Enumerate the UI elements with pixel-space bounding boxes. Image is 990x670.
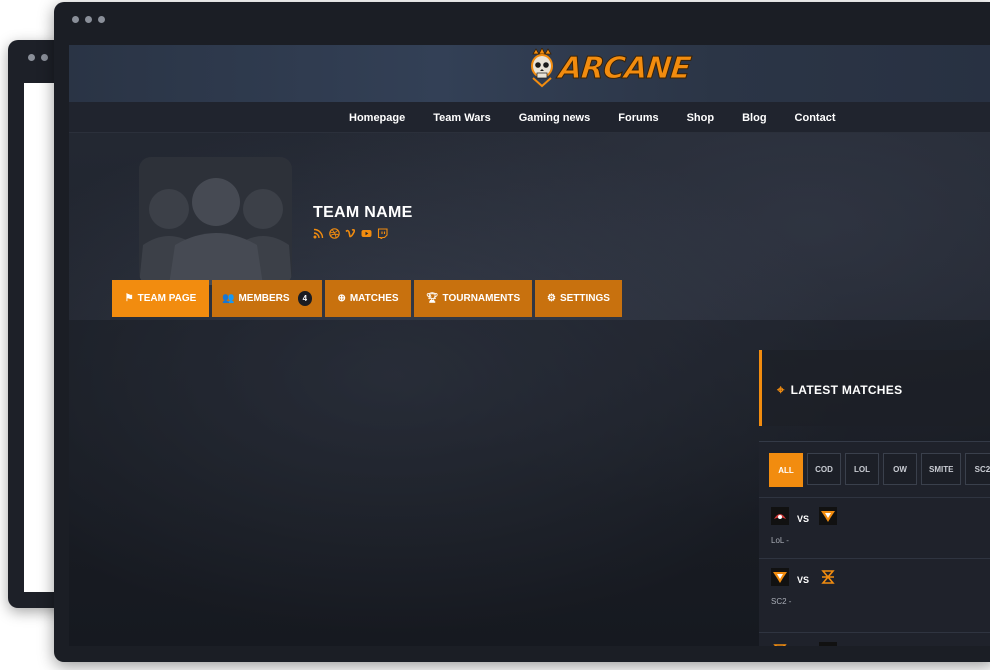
- youtube-icon[interactable]: [361, 226, 372, 237]
- filter-lol[interactable]: LOL: [845, 453, 879, 485]
- filter-smite[interactable]: SMITE: [921, 453, 962, 485]
- main-navigation: Homepage Team Wars Gaming news Forums Sh…: [69, 102, 990, 133]
- nav-gaming-news[interactable]: Gaming news: [519, 112, 591, 124]
- trophy-icon: 🏆︎: [425, 293, 439, 304]
- window-dot: [41, 54, 48, 61]
- nav-homepage[interactable]: Homepage: [349, 112, 405, 124]
- tab-tournaments[interactable]: 🏆︎ TOURNAMENTS: [414, 280, 532, 317]
- window-controls: [28, 54, 48, 61]
- tab-matches[interactable]: ⊕ MATCHES: [325, 280, 411, 317]
- team-tabs: ⚑ TEAM PAGE 👥 MEMBERS 4 ⊕ MATCHES 🏆︎ TOU…: [112, 280, 622, 317]
- tab-team-page[interactable]: ⚑ TEAM PAGE: [112, 280, 209, 317]
- website-viewport: ARCANE Homepage Team Wars Gaming news Fo…: [69, 45, 990, 646]
- window-dot: [72, 16, 79, 23]
- latest-matches-header: ⌖ LATEST MATCHES: [759, 350, 990, 426]
- skull-crown-icon: [531, 48, 553, 88]
- tab-label: MEMBERS: [238, 293, 290, 304]
- site-header: ARCANE: [69, 45, 990, 102]
- window-dot: [85, 16, 92, 23]
- filter-sc2[interactable]: SC2: [965, 453, 990, 485]
- tab-label: SETTINGS: [559, 293, 610, 304]
- filter-ow[interactable]: OW: [883, 453, 917, 485]
- nav-blog[interactable]: Blog: [742, 112, 766, 124]
- gear-icon: ⚙: [547, 293, 556, 304]
- site-logo[interactable]: ARCANE: [527, 48, 693, 88]
- window-controls: [72, 16, 105, 23]
- window-dot: [28, 54, 35, 61]
- nav-team-wars[interactable]: Team Wars: [433, 112, 490, 124]
- tab-label: MATCHES: [349, 293, 399, 304]
- team-logo-viper-icon: [771, 568, 789, 586]
- tab-label: TEAM PAGE: [137, 293, 197, 304]
- members-count-badge: 4: [297, 291, 312, 306]
- vimeo-icon[interactable]: [345, 226, 356, 238]
- crosshair-icon: ⊕: [337, 293, 346, 304]
- dribbble-icon[interactable]: [329, 226, 340, 239]
- match-game: LoL -: [771, 536, 789, 545]
- team-logo-red-icon: [771, 507, 789, 525]
- latest-matches-label: LATEST MATCHES: [790, 383, 903, 397]
- flag-icon: ⚑: [124, 293, 134, 304]
- twitch-icon[interactable]: [377, 226, 388, 241]
- nav-shop[interactable]: Shop: [687, 112, 715, 124]
- match-game: SC2 -: [771, 597, 792, 606]
- tab-label: TOURNAMENTS: [442, 293, 521, 304]
- match-row[interactable]: VS LoL -: [759, 497, 990, 557]
- filter-all[interactable]: ALL: [769, 453, 803, 487]
- filter-cod[interactable]: COD: [807, 453, 841, 485]
- team-logo-fnatic-icon: [819, 568, 837, 586]
- match-row[interactable]: [759, 632, 990, 646]
- team-avatar: [139, 157, 292, 285]
- nav-forums[interactable]: Forums: [618, 112, 658, 124]
- logo-wordmark: ARCANE: [557, 50, 693, 86]
- nav-contact[interactable]: Contact: [795, 112, 836, 124]
- browser-window: ARCANE Homepage Team Wars Gaming news Fo…: [54, 2, 990, 662]
- team-name: TEAM NAME: [313, 204, 413, 221]
- team-logo-viper-icon: [819, 642, 837, 646]
- latest-matches-title: ⌖ LATEST MATCHES: [777, 382, 902, 398]
- users-icon: 👥: [222, 293, 235, 304]
- window-dot: [98, 16, 105, 23]
- latest-matches-panel: ALL COD LOL OW SMITE SC2 VS LoL - VS SC2…: [759, 441, 990, 646]
- team-logo-fnatic-icon: [771, 642, 789, 646]
- crosshair-icon: ⌖: [777, 382, 785, 397]
- versus-label: VS: [797, 575, 810, 585]
- team-logo-viper-icon: [819, 507, 837, 525]
- match-row[interactable]: VS SC2 -: [759, 558, 990, 618]
- team-silhouette-icon: [139, 157, 292, 285]
- tab-settings[interactable]: ⚙ SETTINGS: [535, 280, 622, 317]
- team-social-links: [313, 226, 388, 241]
- versus-label: VS: [797, 514, 810, 524]
- rss-icon[interactable]: [313, 226, 324, 239]
- tab-members[interactable]: 👥 MEMBERS 4: [212, 280, 322, 317]
- game-filters: ALL COD LOL OW SMITE SC2: [769, 453, 990, 487]
